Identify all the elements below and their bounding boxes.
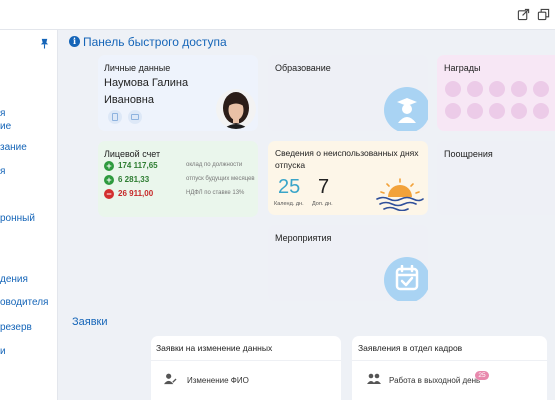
export-icon[interactable] [517, 8, 530, 21]
education-card[interactable]: Образование [268, 55, 428, 131]
card-title-line2: отпуска [275, 160, 306, 170]
card-title: Образование [275, 63, 331, 73]
requests-title: Заявки [72, 316, 108, 328]
account-amount: 174 117,65 [118, 161, 158, 170]
info-icon[interactable]: i [69, 36, 80, 47]
card-title: Личные данные [104, 63, 171, 73]
vacation-card[interactable]: Сведения о неиспользованных днях отпуска… [268, 141, 428, 215]
extra-days-label: Доп. дн. [312, 201, 333, 207]
calendar-days-value: 25 [278, 176, 301, 198]
account-amount: 6 281,33 [118, 175, 150, 184]
employee-name-last: Ивановна [104, 94, 154, 106]
awards-card[interactable]: Награды [437, 55, 555, 131]
employee-name-first: Наумова Галина [104, 77, 189, 89]
plus-icon: + [104, 175, 114, 185]
events-card[interactable]: Мероприятия [268, 225, 428, 301]
document-icon[interactable] [108, 110, 122, 124]
sidebar-item[interactable]: дения [0, 274, 28, 285]
sidebar-item[interactable]: резерв [0, 322, 32, 333]
user-group-icon [367, 373, 381, 384]
encouragements-card[interactable]: Поощрения [437, 141, 555, 215]
award-medals [445, 81, 549, 119]
personal-data-card[interactable]: Личные данные Наумова Галина Ивановна [98, 55, 258, 131]
calendar-days-label: Календ. дн. [274, 201, 304, 207]
card-title: Лицевой счет [104, 149, 161, 159]
top-bar [0, 0, 555, 30]
pin-icon[interactable] [39, 38, 50, 49]
request-item[interactable]: Работа в выходной день [389, 376, 480, 385]
plus-icon: + [104, 161, 114, 171]
account-note: НДФЛ по ставке 13% [186, 190, 245, 196]
restore-window-icon[interactable] [537, 8, 550, 21]
avatar[interactable] [216, 88, 256, 130]
card-title: Заявления в отдел кадров [358, 343, 463, 353]
account-row: + 6 281,33 отпуск будущих месяцев [104, 174, 258, 186]
user-edit-icon [164, 373, 177, 385]
sidebar-item[interactable]: зание [0, 142, 27, 153]
change-data-requests-card[interactable]: Заявки на изменение данных Изменение ФИО [151, 336, 341, 400]
sunset-icon [376, 178, 424, 211]
sidebar-item[interactable]: я [0, 108, 5, 119]
card-title: Награды [444, 63, 481, 73]
account-note: оклад по должности [186, 162, 243, 168]
account-row: − 26 911,00 НДФЛ по ставке 13% [104, 188, 258, 200]
card-title: Мероприятия [275, 233, 332, 243]
sidebar-item[interactable]: и [0, 346, 6, 357]
count-badge: 25 [475, 371, 489, 380]
account-amount: 26 911,00 [118, 189, 154, 198]
sidebar-item[interactable]: ронный [0, 213, 35, 224]
request-item[interactable]: Изменение ФИО [187, 376, 249, 385]
hr-department-requests-card[interactable]: Заявления в отдел кадров Работа в выходн… [352, 336, 547, 400]
id-card-icon[interactable] [128, 110, 142, 124]
calendar-check-icon [384, 257, 428, 301]
dashboard-title: Панель быстрого доступа [83, 35, 227, 49]
card-title: Поощрения [444, 149, 493, 159]
account-card[interactable]: Лицевой счет + 174 117,65 оклад по должн… [98, 141, 258, 217]
card-title: Сведения о неиспользованных днях [275, 148, 419, 158]
sidebar-item[interactable]: я [0, 166, 5, 177]
account-note: отпуск будущих месяцев [186, 176, 255, 182]
minus-icon: − [104, 189, 114, 199]
account-row: + 174 117,65 оклад по должности [104, 160, 258, 172]
card-title: Заявки на изменение данных [156, 343, 273, 353]
sidebar-item[interactable]: оводителя [0, 297, 48, 308]
sidebar-item[interactable]: ие [0, 121, 11, 132]
sidebar: я ие зание я ронный дения оводителя резе… [0, 30, 58, 400]
graduate-icon [384, 87, 428, 131]
extra-days-value: 7 [318, 176, 330, 198]
